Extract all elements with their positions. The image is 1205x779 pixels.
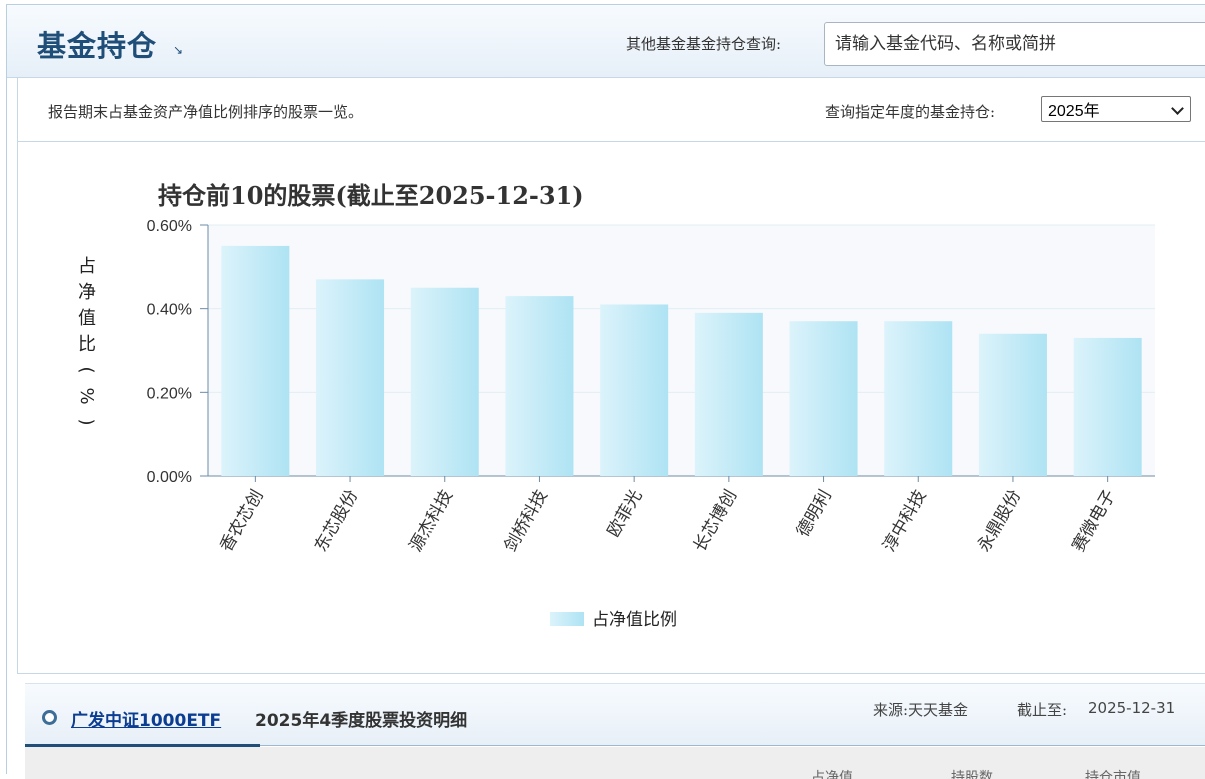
bar[interactable] <box>694 312 763 476</box>
legend-label[interactable]: 占净值比例 <box>592 610 677 630</box>
y-tick-label: 0.20% <box>147 385 192 402</box>
bar[interactable] <box>1073 337 1142 476</box>
deadline-value: 2025-12-31 <box>1088 699 1176 717</box>
year-select-value: 2025年 <box>1048 103 1100 120</box>
source-label: 来源:天天基金 <box>873 701 969 719</box>
bar[interactable] <box>221 245 290 476</box>
bar[interactable] <box>410 287 479 476</box>
x-tick-label: 东芯股份 <box>311 487 362 556</box>
y-axis-label-char: 净 <box>78 282 96 303</box>
x-tick-label: 德明利 <box>793 487 836 541</box>
y-axis-label-char: 值 <box>78 308 96 329</box>
bar[interactable] <box>600 304 669 476</box>
bar[interactable] <box>505 296 574 476</box>
x-tick-label: 剑桥科技 <box>500 487 551 556</box>
y-axis-label-char: 占 <box>78 256 96 277</box>
deadline-label: 截止至: <box>1017 701 1068 719</box>
x-tick-label: 永鼎股份 <box>974 486 1025 555</box>
x-tick-label: 淳中科技 <box>879 487 930 556</box>
expand-arrow-icon[interactable]: ↘ <box>173 43 183 57</box>
x-tick-label: 源杰科技 <box>406 487 457 556</box>
table-header-nav: 占净值 <box>811 770 853 779</box>
year-select[interactable]: 2025年 <box>1041 96 1191 122</box>
table-header-market-value: 持仓市值 <box>1085 770 1141 779</box>
holdings-bar-chart: 持仓前10的股票(截止至2025-12-31) 占净值比 (%) 0.00% 0.20%… <box>76 181 1155 630</box>
legend-swatch[interactable] <box>550 612 584 626</box>
x-tick-label: 赛微电子 <box>1068 486 1120 555</box>
fund-search-input[interactable] <box>824 22 1205 66</box>
bar[interactable] <box>316 279 385 476</box>
y-axis-label-char: ( <box>76 366 97 373</box>
y-tick-label: 0.40% <box>147 302 192 319</box>
y-tick-label: 0.60% <box>147 218 192 235</box>
bar[interactable] <box>789 321 858 476</box>
y-axis-label-char: ) <box>76 418 97 425</box>
bar[interactable] <box>884 321 953 476</box>
fund-holdings-panel: 基金持仓 ↘ 其他基金基金持仓查询: 报告期末占基金资产净值比例排序的股票一览。… <box>6 4 1205 779</box>
report-description: 报告期末占基金资产净值比例排序的股票一览。 <box>48 103 364 121</box>
chart-title: 持仓前10的股票(截止至2025-12-31) <box>158 181 584 210</box>
divider-line <box>260 745 1205 746</box>
x-tick-label: 长芯博创 <box>690 487 741 556</box>
circle-bullet-icon <box>42 710 57 725</box>
info-bar: 报告期末占基金资产净值比例排序的股票一览。 查询指定年度的基金持仓: 2025年 <box>17 78 1205 142</box>
x-tick-label: 香农芯创 <box>216 487 267 556</box>
page-title: 基金持仓 <box>37 29 158 63</box>
table-header-shares: 持股数 <box>951 770 993 779</box>
table-header-row: 占净值 持股数 持仓市值 <box>25 747 1205 779</box>
y-tick-label: 0.00% <box>147 469 192 486</box>
fund-name-link[interactable]: 广发中证1000ETF <box>71 706 221 731</box>
detail-header: 广发中证1000ETF 2025年4季度股票投资明细 来源:天天基金 截止至: … <box>25 683 1205 747</box>
top-header: 基金持仓 ↘ 其他基金基金持仓查询: <box>7 5 1205 78</box>
y-axis-label-char: 比 <box>78 334 96 355</box>
y-axis-label-char: % <box>76 387 97 404</box>
year-select-label: 查询指定年度的基金持仓: <box>825 103 996 121</box>
chevron-down-icon <box>1171 102 1184 115</box>
holdings-chart: 持仓前10的股票(截止至2025-12-31) 占净值比 (%) 0.00% 0.20%… <box>17 142 1205 674</box>
fund-query-label: 其他基金基金持仓查询: <box>626 35 782 53</box>
x-tick-label: 欧菲光 <box>604 487 647 541</box>
detail-title: 2025年4季度股票投资明细 <box>255 711 468 731</box>
bar[interactable] <box>978 333 1047 476</box>
